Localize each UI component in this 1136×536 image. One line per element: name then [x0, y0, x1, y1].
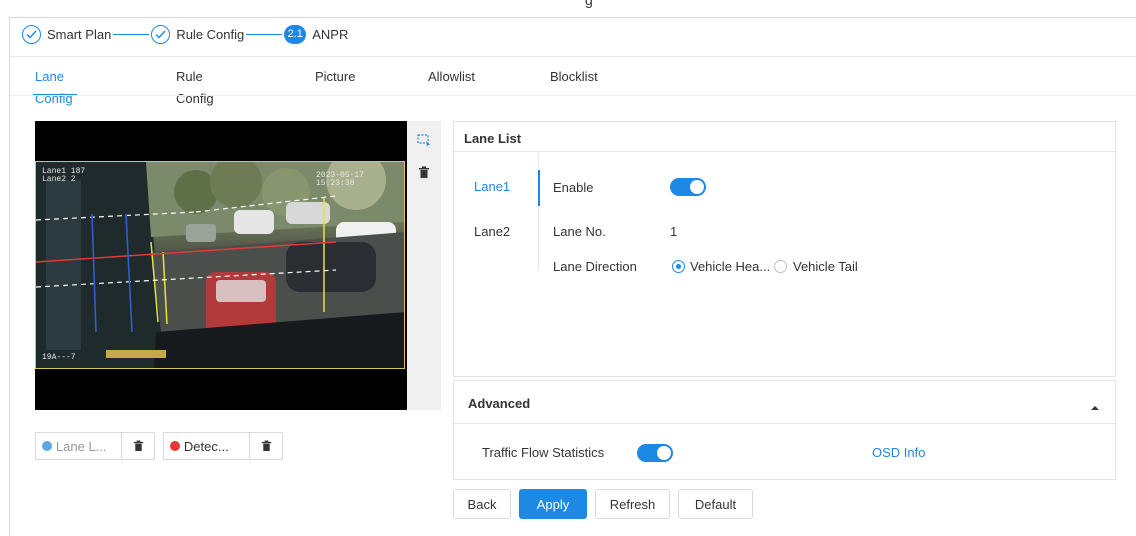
video-toolbar: [407, 121, 441, 410]
step-label: Smart Plan: [47, 26, 112, 42]
step-number-badge: 2.1: [284, 24, 307, 44]
radio-vehicle-tail[interactable]: [774, 260, 787, 273]
page-title-fragment: g: [585, 0, 593, 8]
toggle-knob: [690, 180, 704, 194]
step-connector: [246, 33, 283, 35]
tab-lane-config[interactable]: Lane Config: [33, 66, 77, 106]
enable-toggle[interactable]: [670, 178, 706, 196]
active-lane-indicator: [538, 170, 540, 206]
breadcrumb-stepper: Smart Plan Rule Config 2.1 ANPR: [22, 22, 348, 46]
detection-color-dot: [170, 441, 180, 451]
lane-list-panel: Lane List Lane1 Lane2 Enable Lane No. 1 …: [453, 121, 1116, 377]
apply-button[interactable]: Apply: [519, 489, 587, 519]
step-rule-config[interactable]: Rule Config: [151, 24, 245, 44]
trash-icon[interactable]: [122, 433, 154, 459]
step-smart-plan[interactable]: Smart Plan: [22, 24, 112, 44]
advanced-header[interactable]: Advanced: [454, 381, 1115, 424]
lane-list-header: Lane List: [454, 122, 1115, 152]
step-connector: [113, 33, 150, 35]
osd-timestamp: 2023-05-17 15:23:38: [316, 171, 365, 188]
back-button[interactable]: Back: [453, 489, 511, 519]
refresh-button[interactable]: Refresh: [595, 489, 670, 519]
lane-line-color-dot: [42, 441, 52, 451]
tab-blocklist[interactable]: Blocklist: [550, 66, 598, 96]
advanced-panel: Advanced Traffic Flow Statistics OSD Inf…: [453, 380, 1116, 480]
step-label: Rule Config: [176, 26, 245, 42]
header-divider: [10, 56, 1136, 57]
osd-info-link[interactable]: OSD Info: [872, 445, 925, 460]
toggle-knob: [657, 446, 671, 460]
draw-region-icon[interactable]: [417, 133, 431, 147]
traffic-flow-toggle[interactable]: [637, 444, 673, 462]
lane-tab-lane1[interactable]: Lane1: [474, 179, 510, 194]
tabs-divider: [10, 95, 1136, 96]
osd-lane-count-2: Lane2 2: [42, 175, 76, 184]
lane-no-label: Lane No.: [553, 224, 606, 239]
tab-allowlist[interactable]: Allowlist: [428, 66, 475, 96]
step-anpr[interactable]: 2.1 ANPR: [284, 24, 349, 44]
traffic-flow-label: Traffic Flow Statistics: [482, 445, 605, 460]
vehicle-head-label: Vehicle Hea...: [690, 259, 771, 274]
advanced-title: Advanced: [468, 396, 531, 411]
lane-line-label: Lane L...: [55, 438, 107, 454]
tab-picture[interactable]: Picture: [315, 66, 355, 96]
check-circle-icon: [22, 24, 41, 44]
trash-icon[interactable]: [250, 433, 282, 459]
camera-scene: Lane1 187 Lane2 2 2023-05-17 15:23:38 19…: [35, 161, 405, 369]
radio-vehicle-head[interactable]: [672, 260, 685, 273]
lane-list-title: Lane List: [464, 131, 522, 146]
osd-bottom-label: 19A---7: [42, 353, 76, 362]
detection-line-chip[interactable]: Detec...: [163, 432, 283, 460]
default-button[interactable]: Default: [678, 489, 753, 519]
chevron-up-icon[interactable]: [1091, 399, 1099, 414]
vehicle-tail-label: Vehicle Tail: [793, 259, 858, 274]
enable-label: Enable: [553, 180, 594, 195]
check-circle-icon: [151, 24, 171, 44]
lane-tab-lane2[interactable]: Lane2: [474, 224, 510, 239]
step-label: ANPR: [312, 26, 349, 42]
video-preview[interactable]: Lane1 187 Lane2 2 2023-05-17 15:23:38 19…: [35, 121, 407, 410]
lane-no-value: 1: [670, 224, 678, 239]
detection-label: Detec...: [183, 438, 229, 454]
lane-direction-label: Lane Direction: [553, 259, 637, 274]
trash-icon[interactable]: [417, 165, 431, 179]
scene-illustration: [36, 162, 404, 368]
tab-rule-config[interactable]: Rule Config: [176, 66, 214, 106]
lane-line-chip[interactable]: Lane L...: [35, 432, 155, 460]
